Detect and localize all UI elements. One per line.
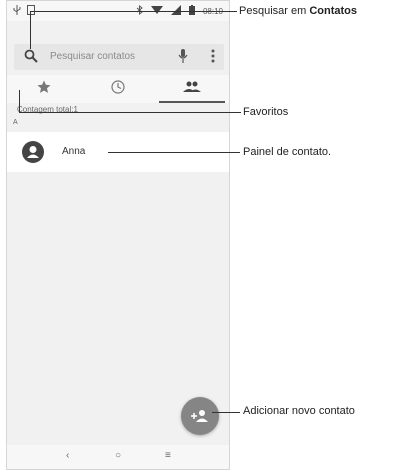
add-person-icon [191,409,209,428]
phone-screen: 08:10 Pesquisar contatos Contagem total:… [6,0,230,470]
callout-search-prefix: Pesquisar em [239,5,310,17]
usb-icon [13,5,21,17]
tab-contacts[interactable] [155,75,229,103]
microphone-icon[interactable] [178,49,188,68]
callout-search-bold: Contatos [309,5,357,17]
callout-line-contact-panel [108,152,240,153]
back-button[interactable]: ‹ [66,450,69,461]
section-letter: A [13,119,18,126]
tab-recents[interactable] [81,75,155,103]
navigation-bar: ‹ ○ ≡ [7,445,229,469]
callout-favorites: Favoritos [243,106,289,118]
search-input[interactable]: Pesquisar contatos [50,51,135,62]
callout-line-add-contact [212,412,240,413]
clock-icon [111,79,125,99]
callout-add-contact: Adicionar novo contato [243,405,355,417]
contact-name: Anna [62,146,86,157]
callout-contact-panel: Painel de contato. [243,146,332,158]
callout-line-favorites-vertical [19,90,20,112]
avatar [22,141,44,163]
add-contact-button[interactable] [181,397,219,435]
people-icon [183,80,201,98]
callout-line-favorites [19,112,241,113]
callout-line-search [30,11,237,12]
tab-bar [7,75,229,103]
star-icon [37,80,51,99]
callout-search: Pesquisar em Contatos [239,5,357,17]
callout-line-search-vertical [30,11,31,49]
more-options-icon[interactable] [211,49,215,68]
search-bar[interactable]: Pesquisar contatos [14,44,224,70]
recents-button[interactable]: ≡ [165,450,171,461]
home-button[interactable]: ○ [115,450,121,461]
search-icon[interactable] [24,49,38,68]
